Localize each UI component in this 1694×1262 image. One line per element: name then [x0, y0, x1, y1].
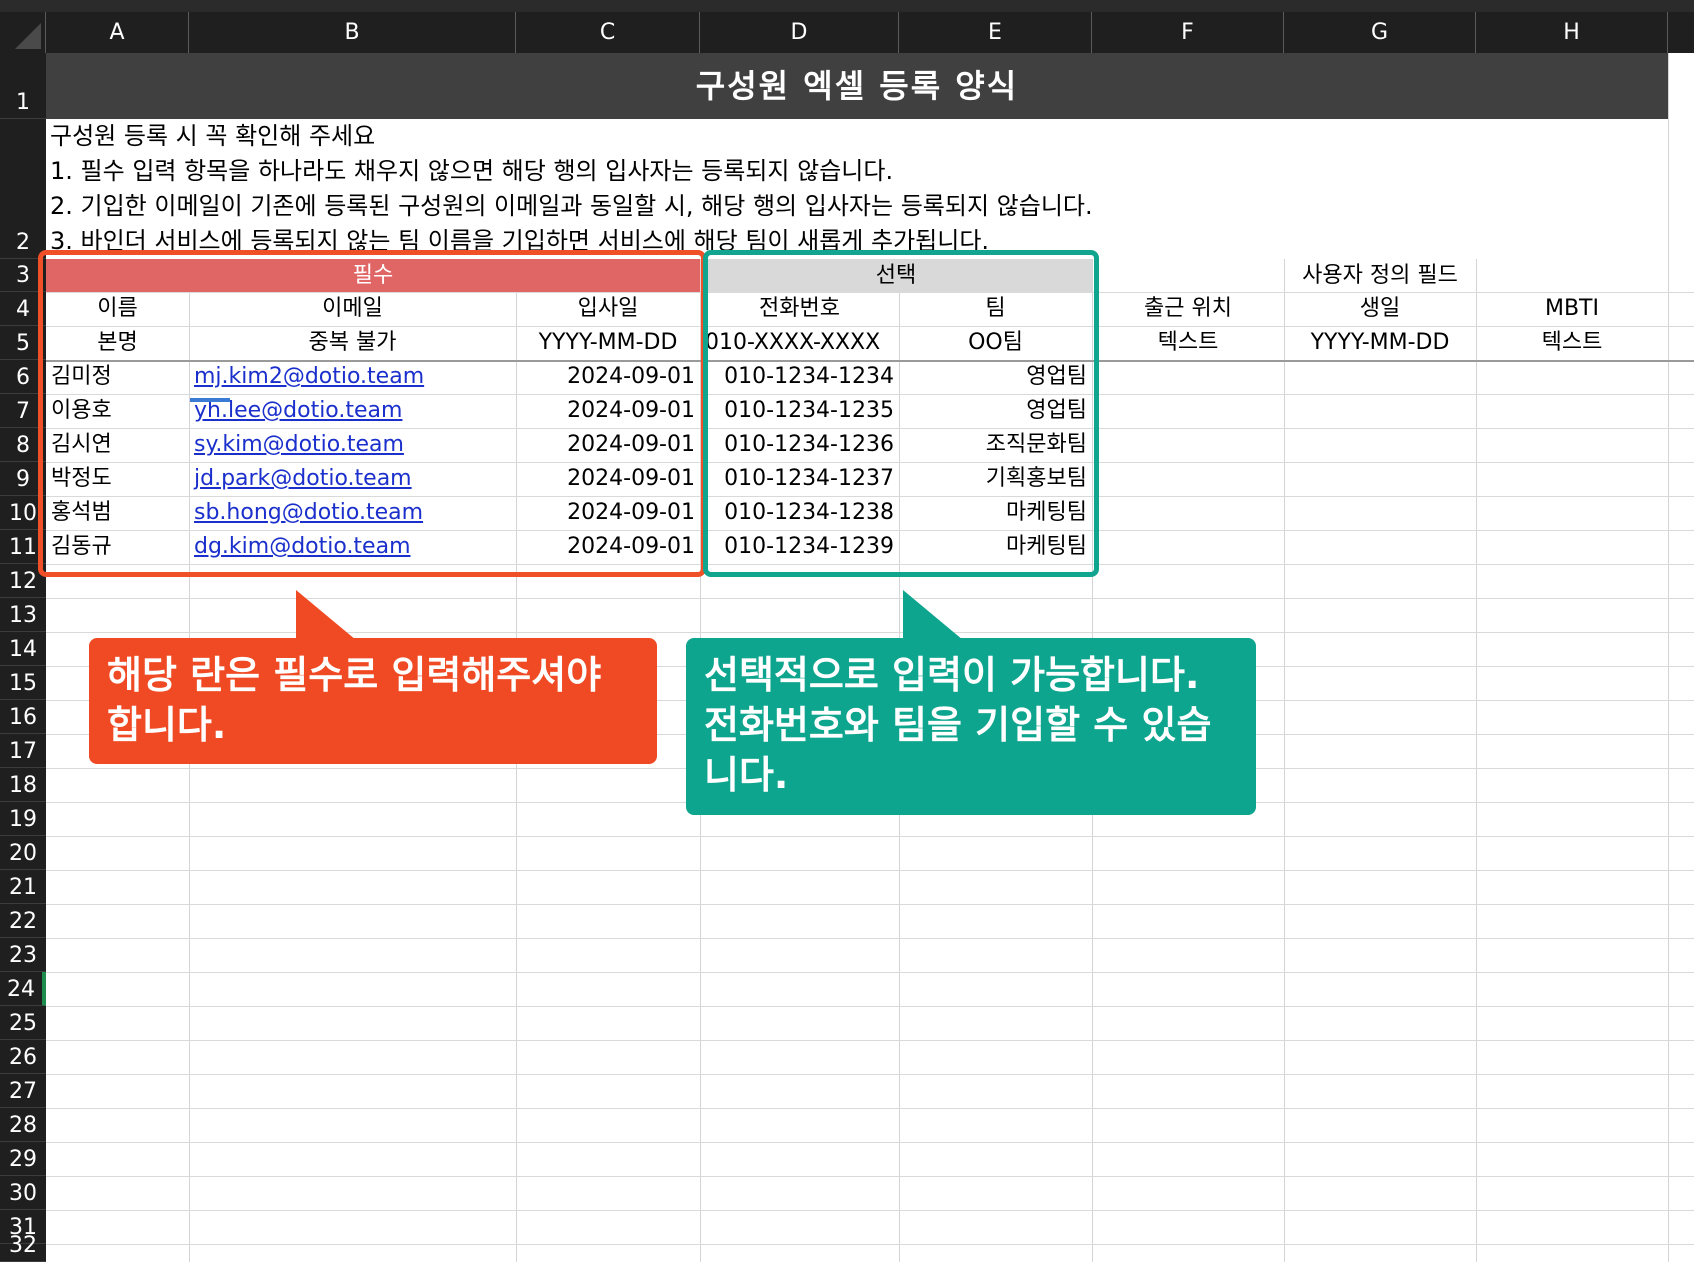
grid-row-line	[46, 972, 1694, 973]
field-format-cell[interactable]: 텍스트	[1092, 326, 1284, 360]
callout-line: 전화번호와 팀을 기입할 수 있습	[704, 703, 1212, 747]
column-header-H[interactable]: H	[1476, 12, 1668, 53]
row-header-21[interactable]: 21	[0, 870, 46, 904]
notes-line: 1. 필수 입력 항목을 하나라도 채우지 않으면 해당 행의 입사자는 등록되…	[50, 157, 894, 185]
callout-line: 해당 란은 필수로 입력해주셔야	[107, 653, 602, 697]
row-header-30[interactable]: 30	[0, 1176, 46, 1210]
grid-row-line	[46, 1210, 1694, 1211]
row-header-20[interactable]: 20	[0, 836, 46, 870]
custom-group-header[interactable]: 사용자 정의 필드	[1092, 259, 1668, 292]
field-header-cell[interactable]: 생일	[1284, 292, 1476, 326]
row-header-28[interactable]: 28	[0, 1108, 46, 1142]
row-header-13[interactable]: 13	[0, 598, 46, 632]
row-header-32[interactable]: 32	[0, 1233, 46, 1262]
row-header-23[interactable]: 23	[0, 938, 46, 972]
row-header-24[interactable]: 24	[0, 972, 46, 1006]
select-all-corner[interactable]	[0, 12, 46, 53]
notes-line: 구성원 등록 시 꼭 확인해 주세요	[50, 122, 376, 150]
required-highlight-box	[38, 250, 706, 577]
required-callout: 해당 란은 필수로 입력해주셔야 합니다.	[89, 638, 657, 764]
grid-row-line	[46, 870, 1694, 871]
sheet-title[interactable]: 구성원 엑셀 등록 양식	[46, 53, 1668, 119]
row-header-22[interactable]: 22	[0, 904, 46, 938]
grid-row-line	[46, 904, 1694, 905]
row-header-16[interactable]: 16	[0, 700, 46, 734]
grid-row-line	[46, 632, 1694, 633]
row-header-25[interactable]: 25	[0, 1006, 46, 1040]
grid-row-line	[46, 1244, 1694, 1245]
field-header-cell[interactable]: MBTI	[1476, 292, 1668, 326]
callout-line: 합니다.	[107, 703, 227, 747]
row-header-17[interactable]: 17	[0, 734, 46, 768]
select-all-icon	[15, 23, 41, 49]
grid-row-line	[46, 1074, 1694, 1075]
optional-highlight-box	[703, 250, 1099, 577]
column-header-E[interactable]: E	[899, 12, 1092, 53]
optional-callout-pointer	[903, 590, 963, 640]
grid-row-line	[46, 836, 1694, 837]
column-header-B[interactable]: B	[189, 12, 516, 53]
row-header-15[interactable]: 15	[0, 666, 46, 700]
callout-line: 니다.	[704, 753, 789, 797]
grid-row-line	[46, 1006, 1694, 1007]
grid-row-line	[46, 1108, 1694, 1109]
column-header-F[interactable]: F	[1092, 12, 1284, 53]
required-callout-pointer	[296, 590, 356, 640]
field-header-cell[interactable]: 출근 위치	[1092, 292, 1284, 326]
grid-row-line	[46, 1040, 1694, 1041]
row-header-19[interactable]: 19	[0, 802, 46, 836]
grid-row-line	[46, 1176, 1694, 1177]
row-header-14[interactable]: 14	[0, 632, 46, 666]
optional-callout: 선택적으로 입력이 가능합니다. 전화번호와 팀을 기입할 수 있습 니다.	[686, 638, 1256, 815]
row-header-18[interactable]: 18	[0, 768, 46, 802]
column-header-C[interactable]: C	[516, 12, 700, 53]
column-header-A[interactable]: A	[46, 12, 189, 53]
notes-line: 2. 기입한 이메일이 기존에 등록된 구성원의 이메일과 동일할 시, 해당 …	[50, 192, 1093, 220]
row-header-2[interactable]: 2	[0, 119, 46, 259]
instruction-notes[interactable]: 구성원 등록 시 꼭 확인해 주세요 1. 필수 입력 항목을 하나라도 채우지…	[46, 119, 1666, 259]
field-format-cell[interactable]: YYYY-MM-DD	[1284, 326, 1476, 360]
field-format-cell[interactable]: 텍스트	[1476, 326, 1668, 360]
column-header-D[interactable]: D	[700, 12, 899, 53]
callout-line: 선택적으로 입력이 가능합니다.	[704, 653, 1200, 697]
grid-row-line	[46, 1142, 1694, 1143]
row-header-27[interactable]: 27	[0, 1074, 46, 1108]
grid-row-line	[46, 938, 1694, 939]
window-top-bar	[0, 0, 1694, 12]
grid-column-line	[1668, 53, 1669, 1262]
row-header-1[interactable]: 1	[0, 53, 46, 119]
row-header-26[interactable]: 26	[0, 1040, 46, 1074]
column-header-G[interactable]: G	[1284, 12, 1476, 53]
row-header-29[interactable]: 29	[0, 1142, 46, 1176]
grid-row-line	[46, 598, 1694, 599]
